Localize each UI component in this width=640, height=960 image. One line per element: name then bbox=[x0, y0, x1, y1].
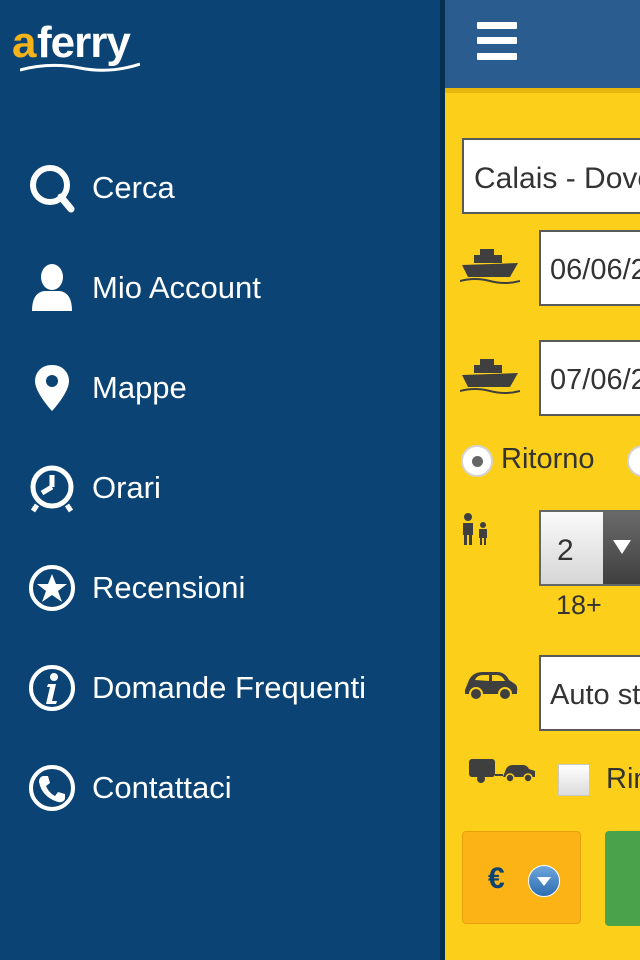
return-date-field[interactable]: 07/06/2015 bbox=[539, 340, 640, 416]
search-button[interactable] bbox=[605, 831, 640, 926]
menu-label-orari: Orari bbox=[92, 470, 161, 505]
route-value: Calais - Dover bbox=[474, 162, 640, 195]
chevron-down-icon bbox=[603, 512, 640, 584]
trailer-checkbox[interactable] bbox=[558, 764, 590, 796]
menu-item-contattaci[interactable]: Contattaci bbox=[0, 738, 440, 838]
vehicle-value: Auto standard bbox=[550, 679, 640, 711]
trailer-icon bbox=[469, 759, 535, 783]
menu-item-mappe[interactable]: Mappe bbox=[0, 338, 440, 438]
alarm-clock-icon bbox=[26, 462, 78, 514]
vehicle-select[interactable]: Auto standard bbox=[539, 655, 640, 731]
search-form: Calais - Dover 06/06/2015 07/06/2015 Rit… bbox=[445, 88, 640, 960]
one-way-radio[interactable] bbox=[627, 445, 640, 477]
menu-label-contattaci: Contattaci bbox=[92, 770, 232, 805]
passengers-icon bbox=[463, 513, 487, 545]
menu-item-domande-frequenti[interactable]: Domande Frequenti bbox=[0, 638, 440, 738]
menu-item-mio-account[interactable]: Mio Account bbox=[0, 238, 440, 338]
radio-selected-dot bbox=[472, 456, 483, 467]
aferry-logo[interactable]: a ferry bbox=[12, 16, 162, 76]
phone-icon bbox=[26, 762, 78, 814]
menu-label-recensioni: Recensioni bbox=[92, 570, 246, 605]
trailer-checkbox-label: Rimorchio bbox=[606, 763, 640, 795]
menu-label-cerca: Cerca bbox=[92, 170, 175, 205]
return-radio-label: Ritorno bbox=[501, 443, 595, 475]
menu-item-recensioni[interactable]: Recensioni bbox=[0, 538, 440, 638]
adult-age-label: 18+ bbox=[556, 590, 602, 620]
user-icon bbox=[26, 262, 78, 314]
menu-label-mappe: Mappe bbox=[92, 370, 187, 405]
adult-passengers-select[interactable]: 2 bbox=[539, 510, 640, 586]
currency-symbol: € bbox=[488, 862, 505, 895]
adult-passengers-value: 2 bbox=[557, 534, 574, 567]
content-clip: Calais - Dover 06/06/2015 07/06/2015 Rit… bbox=[445, 0, 640, 960]
outbound-ship-icon bbox=[460, 249, 520, 284]
menu-item-cerca[interactable]: Cerca bbox=[0, 138, 440, 238]
route-select[interactable]: Calais - Dover bbox=[462, 138, 640, 214]
side-drawer: a ferry Cerca Mio Account Mappe Orari Re… bbox=[0, 0, 440, 960]
menu-item-orari[interactable]: Orari bbox=[0, 438, 440, 538]
return-ship-icon bbox=[460, 359, 520, 394]
menu-label-domande-frequenti: Domande Frequenti bbox=[92, 670, 366, 705]
info-icon bbox=[26, 662, 78, 714]
return-date-value: 07/06/2015 bbox=[550, 364, 640, 396]
currency-button[interactable]: € bbox=[462, 831, 581, 924]
logo-wave-icon bbox=[20, 62, 140, 72]
outbound-date-value: 06/06/2015 bbox=[550, 254, 640, 286]
star-icon bbox=[26, 562, 78, 614]
car-icon bbox=[465, 672, 518, 701]
search-icon bbox=[26, 162, 78, 214]
return-radio[interactable] bbox=[461, 445, 493, 477]
map-pin-icon bbox=[26, 362, 78, 414]
chevron-down-icon bbox=[528, 865, 560, 897]
outbound-date-field[interactable]: 06/06/2015 bbox=[539, 230, 640, 306]
menu-label-mio-account: Mio Account bbox=[92, 270, 261, 305]
